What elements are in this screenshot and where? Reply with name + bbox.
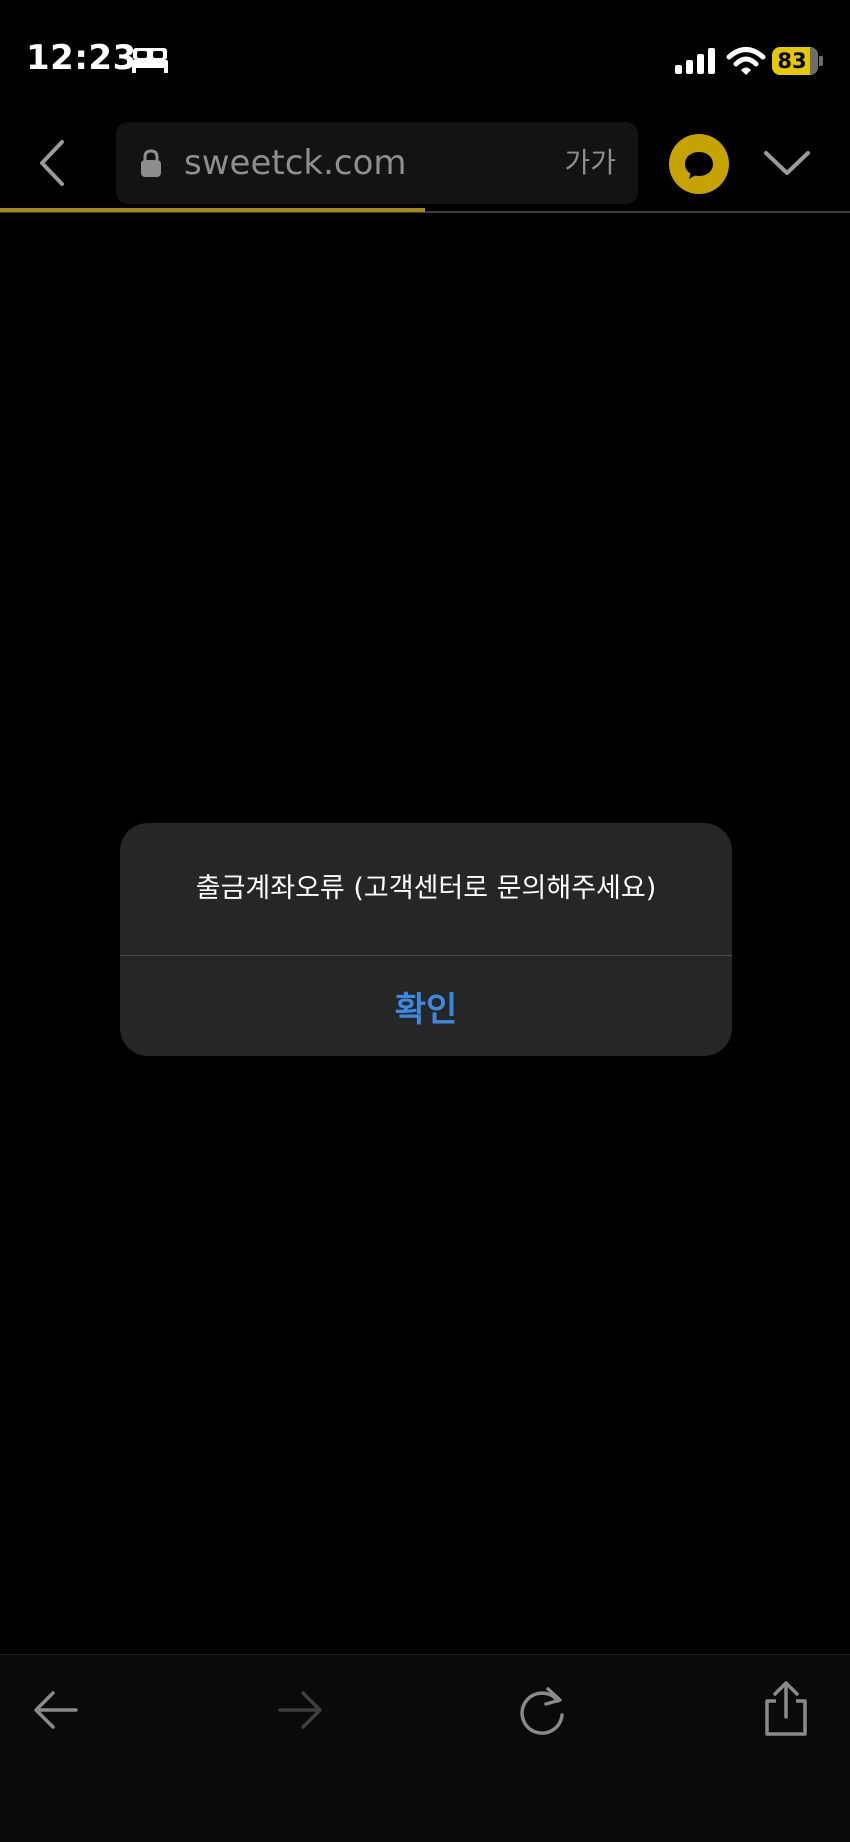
cellular-signal-icon [675,48,715,74]
confirm-button[interactable]: 확인 [120,956,732,1056]
arrow-right-icon[interactable] [276,1689,324,1731]
status-bar: 12:23 83 [0,0,850,118]
share-icon[interactable] [762,1681,810,1737]
chat-button[interactable] [669,134,729,194]
wifi-icon [726,47,766,75]
lock-icon [141,149,161,177]
alert-message: 출금계좌오류 (고객센터로 문의해주세요) [195,873,657,904]
text-size-button[interactable]: 가가 [564,144,616,182]
sleep-bed-icon [132,48,168,73]
battery-icon: 83 [772,47,823,75]
status-time: 12:23 [26,38,137,78]
url-bar[interactable]: sweetck.com 가가 [116,122,638,204]
arrow-left-icon[interactable] [32,1689,80,1731]
back-chevron-icon[interactable] [34,138,68,188]
bottom-toolbar [0,1654,850,1842]
alert-dialog: 출금계좌오류 (고객센터로 문의해주세요) 확인 [120,823,732,1056]
chat-bubble-icon [685,152,713,179]
battery-percent: 83 [777,49,807,73]
url-text: sweetck.com [184,143,407,183]
battery-tip [819,56,823,66]
battery-body: 83 [772,47,818,75]
chevron-down-icon[interactable] [762,148,812,178]
page-load-progress-bar [0,208,425,212]
reload-icon[interactable] [518,1685,568,1737]
